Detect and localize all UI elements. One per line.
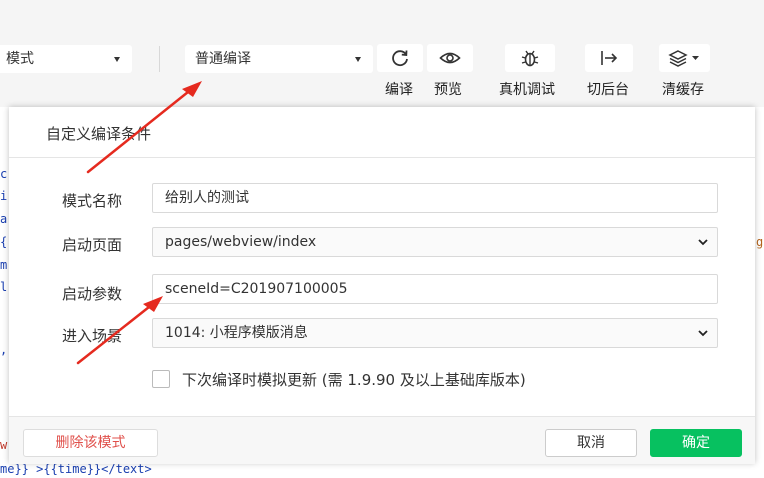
start-params-input[interactable]: sceneId=C201907100005 [152,274,718,304]
dialog-title: 自定义编译条件 [46,125,152,143]
chevron-down-icon [698,330,708,337]
scene-select[interactable]: 1014: 小程序模版消息 [152,318,718,348]
start-page-label: 启动页面 [62,236,123,254]
chevron-down-icon [698,239,708,246]
start-page-select[interactable]: pages/webview/index [152,227,718,257]
eye-icon [439,52,461,64]
code-line: me}} >{{time}}</text> [0,462,152,476]
bug-icon [521,50,539,67]
cancel-button[interactable]: 取消 [545,429,637,457]
delete-mode-button[interactable]: 删除该模式 [23,429,158,457]
confirm-button[interactable]: 确定 [650,429,742,457]
code-fragment: i [0,189,8,203]
code-fragment: { [0,235,8,249]
refresh-icon [392,50,408,67]
code-fragment: w [0,438,8,452]
code-fragment: , [0,343,8,357]
caret-down-icon [114,57,120,62]
start-params-label: 启动参数 [62,285,123,303]
clear-cache-button[interactable] [659,44,710,72]
dialog-footer: 删除该模式 取消 确定 [9,416,755,464]
dialog-header: 自定义编译条件 [9,107,755,158]
caret-down-icon [355,57,361,62]
mode-select[interactable]: 模式 [0,45,132,73]
compile-label: 编译 [385,82,413,98]
clear-cache-label: 清缓存 [662,82,704,98]
remote-debug-button[interactable] [505,44,555,72]
code-fragment: a [0,212,8,226]
background-button[interactable] [585,44,633,72]
mode-name-input[interactable]: 给别人的测试 [152,183,718,213]
switch-background-icon [601,51,618,65]
toolbar-divider [159,46,160,72]
toolbar: 模式 普通编译 编译 预览 真机调试 切后台 清缓存 [0,0,764,107]
remote-debug-label: 真机调试 [499,82,555,98]
compile-mode-value: 普通编译 [195,51,251,67]
preview-button[interactable] [427,44,473,72]
compile-button[interactable] [377,44,423,72]
compile-mode-select[interactable]: 普通编译 [185,45,373,73]
start-page-value: pages/webview/index [165,234,317,250]
code-fragment: g [756,235,764,249]
code-fragment: c [0,167,8,181]
layers-icon [667,50,699,67]
mode-name-label: 模式名称 [62,192,123,210]
mode-select-value: 模式 [6,51,34,67]
scene-value: 1014: 小程序模版消息 [165,325,308,341]
simulate-update-label: 下次编译时模拟更新 (需 1.9.90 及以上基础库版本) [182,371,526,389]
simulate-update-checkbox[interactable] [152,370,170,388]
code-fragment: m [0,258,8,272]
background-label: 切后台 [587,82,629,98]
custom-compile-dialog: 自定义编译条件 模式名称 给别人的测试 启动页面 pages/webview/i… [9,107,755,464]
preview-label: 预览 [434,82,462,98]
scene-label: 进入场景 [62,327,123,345]
code-fragment: l [0,280,8,294]
